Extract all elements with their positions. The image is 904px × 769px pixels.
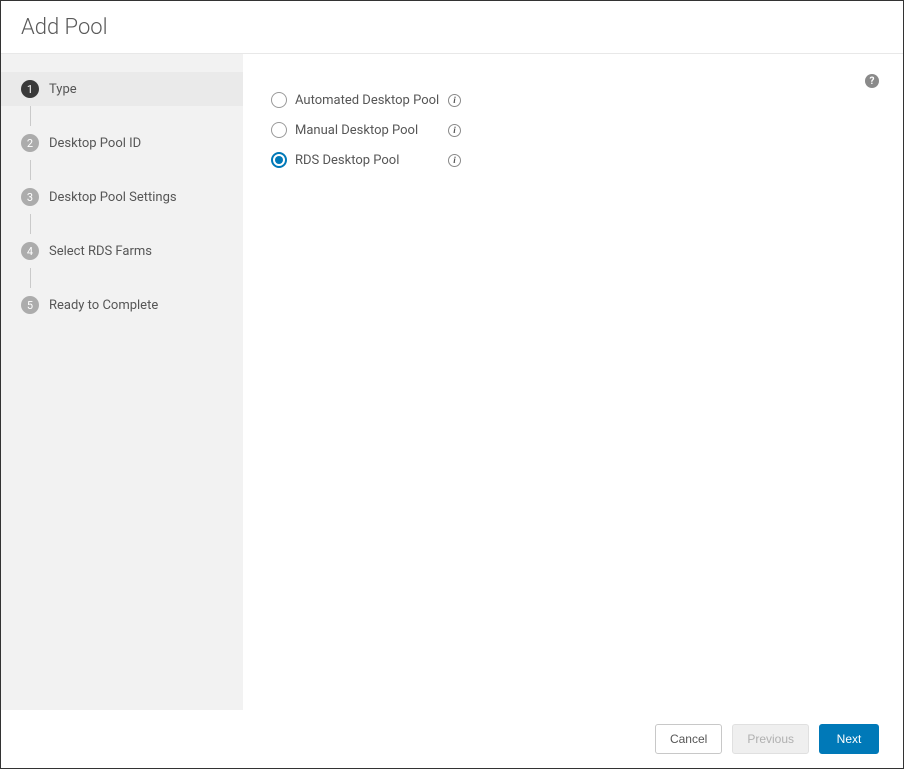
step-number-badge: 4 [21, 242, 39, 260]
info-icon[interactable]: i [448, 94, 461, 107]
cancel-button[interactable]: Cancel [655, 724, 722, 754]
step-connector [30, 268, 31, 288]
radio-button[interactable] [271, 152, 287, 168]
modal-body: 1 Type 2 Desktop Pool ID 3 Desktop Pool … [1, 54, 903, 710]
radio-option-automated[interactable]: Automated Desktop Pool i [271, 92, 879, 108]
step-number-badge: 2 [21, 134, 39, 152]
step-label: Type [49, 82, 77, 97]
info-icon[interactable]: i [448, 124, 461, 137]
step-ready-to-complete[interactable]: 5 Ready to Complete [1, 288, 243, 322]
add-pool-modal: Add Pool 1 Type 2 Desktop Pool ID 3 Desk… [0, 0, 904, 769]
wizard-sidebar: 1 Type 2 Desktop Pool ID 3 Desktop Pool … [1, 54, 243, 710]
step-desktop-pool-settings[interactable]: 3 Desktop Pool Settings [1, 180, 243, 214]
help-icon[interactable]: ? [865, 74, 879, 88]
radio-label: Manual Desktop Pool [295, 123, 440, 138]
step-label: Desktop Pool Settings [49, 190, 177, 205]
modal-footer: Cancel Previous Next [1, 710, 903, 768]
wizard-content: ? Automated Desktop Pool i Manual Deskto… [243, 54, 903, 710]
step-label: Ready to Complete [49, 298, 158, 313]
pool-type-radio-group: Automated Desktop Pool i Manual Desktop … [271, 92, 879, 168]
step-label: Select RDS Farms [49, 244, 152, 259]
radio-button[interactable] [271, 122, 287, 138]
modal-title: Add Pool [21, 15, 883, 40]
step-desktop-pool-id[interactable]: 2 Desktop Pool ID [1, 126, 243, 160]
radio-option-rds[interactable]: RDS Desktop Pool i [271, 152, 879, 168]
modal-header: Add Pool [1, 1, 903, 54]
previous-button: Previous [732, 724, 809, 754]
radio-label: Automated Desktop Pool [295, 93, 440, 108]
step-number-badge: 1 [21, 80, 39, 98]
step-select-rds-farms[interactable]: 4 Select RDS Farms [1, 234, 243, 268]
info-icon[interactable]: i [448, 154, 461, 167]
step-connector [30, 160, 31, 180]
step-number-badge: 5 [21, 296, 39, 314]
step-number-badge: 3 [21, 188, 39, 206]
step-connector [30, 106, 31, 126]
radio-option-manual[interactable]: Manual Desktop Pool i [271, 122, 879, 138]
next-button[interactable]: Next [819, 724, 879, 754]
radio-label: RDS Desktop Pool [295, 153, 440, 168]
step-label: Desktop Pool ID [49, 136, 141, 151]
step-connector [30, 214, 31, 234]
radio-button[interactable] [271, 92, 287, 108]
step-type[interactable]: 1 Type [1, 72, 243, 106]
